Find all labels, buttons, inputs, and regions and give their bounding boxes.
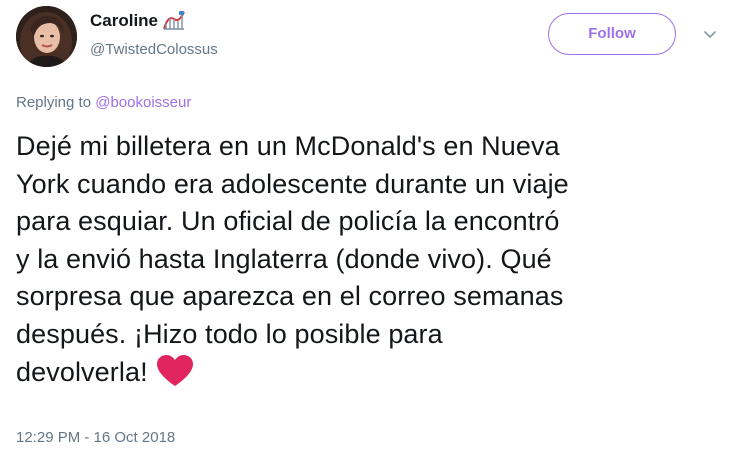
tweet-line: York cuando era adolescente durante un v… [16,168,569,199]
tweet-line: y la envió hasta Inglaterra (donde vivo)… [16,243,552,274]
tweet-line: después. ¡Hizo todo lo posible para [16,318,443,349]
display-name[interactable]: Caroline [90,10,158,32]
tweet-line-text: devolverla! [16,356,148,387]
red-heart-emoji-icon [156,354,194,388]
tweet-card: Caroline @TwistedColossus Follow Replyin… [0,0,730,457]
timestamp-link[interactable]: 12:29 PM - 16 Oct 2018 [16,428,175,448]
roller-coaster-emoji-icon [163,11,185,31]
avatar[interactable] [16,6,77,67]
tweet-line: sorpresa que aparezca en el correo seman… [16,281,564,312]
profile-photo-icon [16,6,77,67]
reply-context: Replying to @bookoisseur [16,93,191,113]
user-handle[interactable]: @TwistedColossus [90,40,218,60]
tweet-text: Dejé mi billetera en un McDonald's en Nu… [16,128,726,391]
reply-prefix: Replying to [16,94,92,111]
reply-mention-link[interactable]: @bookoisseur [95,94,191,111]
tweet-line: Dejé mi billetera en un McDonald's en Nu… [16,131,560,161]
chevron-down-icon[interactable] [698,24,722,44]
name-row: Caroline [90,10,185,32]
follow-button[interactable]: Follow [548,13,676,55]
tweet-last-line: devolverla! [16,354,726,392]
tweet-line: para esquiar. Un oficial de policía la e… [16,206,560,237]
